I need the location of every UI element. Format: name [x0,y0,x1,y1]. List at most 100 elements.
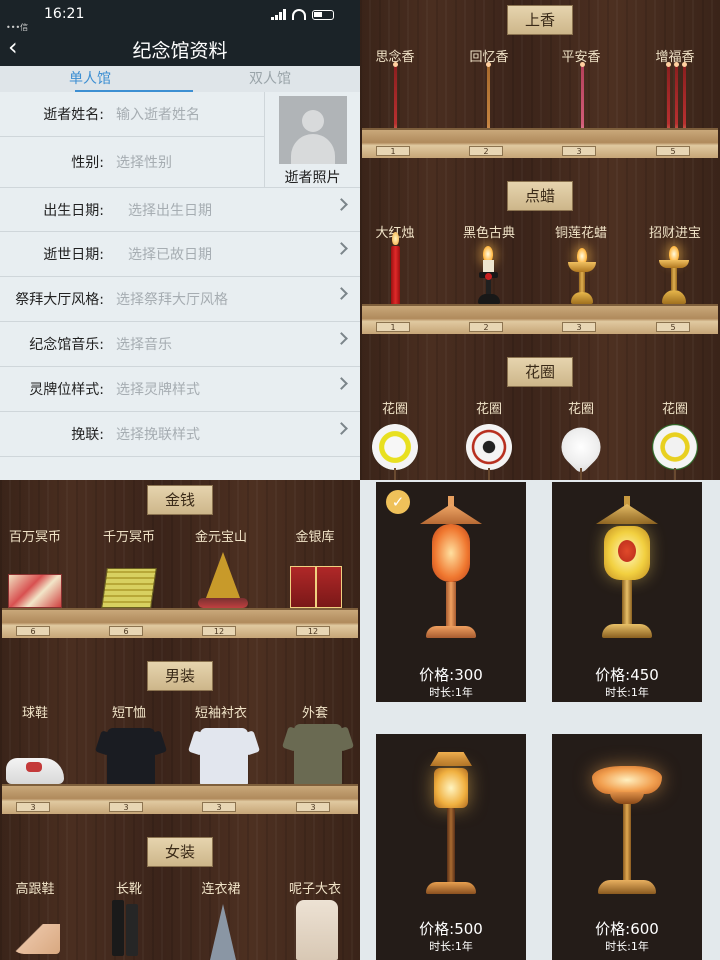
battery-icon [312,9,334,20]
item-label: 长靴 [115,882,142,897]
lamp-option-card[interactable]: 价格:450 时长:1年 [552,482,702,702]
sneaker-icon[interactable] [6,758,64,784]
duration-label: 时长:1年 [605,940,649,953]
quantity-tag: 2 [469,146,503,156]
section-sign-candles: 点蜡 [507,181,573,211]
item-label: 花圈 [381,402,408,417]
clear-lantern-icon [434,768,468,808]
joss-money-icon[interactable] [8,574,62,608]
item-label: 短T恤 [112,706,146,721]
red-candle-icon[interactable] [391,232,400,306]
lamp-option-card[interactable]: ✓ 价格:300 时长:1年 [376,482,526,702]
item-label: 连衣裙 [201,882,241,897]
high-heels-icon[interactable] [10,924,60,954]
quantity-tag: 5 [656,322,690,332]
pagoda-lamp-icon [432,524,470,582]
joss-money-stack-icon[interactable] [101,568,157,608]
deceased-name-field[interactable]: 逝者姓名: 输入逝者姓名 [0,92,264,137]
lamp-stem [447,808,455,886]
treasury-box-icon[interactable] [290,566,316,608]
wreath-icon[interactable] [372,424,418,470]
heart-wreath-icon[interactable] [553,419,609,475]
nav-bar: ‹ 纪念馆资料 [0,32,360,66]
quantity-tag: 3 [202,802,236,812]
death-date-field[interactable]: 逝世日期: 选择已故日期 [0,232,360,277]
wreath-icon[interactable] [466,424,512,470]
lamp-roof-icon [430,752,472,766]
quantity-tag: 1 [376,322,410,332]
field-label: 灵牌位样式: [29,382,104,398]
lotus-lamp-icon [592,766,662,794]
short-sleeve-shirt-icon[interactable] [200,728,248,786]
mountain-base [198,598,248,608]
birth-date-field[interactable]: 出生日期: 选择出生日期 [0,187,360,232]
quantity-tag: 3 [562,146,596,156]
item-label: 呢子大衣 [288,882,341,897]
price-label: 价格:500 [419,920,483,938]
wreath-stand [488,468,490,480]
item-label: 花圈 [567,402,594,417]
lamp-stem [446,582,456,628]
quantity-tag: 3 [296,802,330,812]
deceased-photo-upload[interactable]: 逝者照片 [264,92,360,188]
wool-coat-icon[interactable] [296,900,338,960]
tab-single-hall[interactable]: 单人馆 [0,66,180,92]
avatar-placeholder-icon [278,96,347,164]
tshirt-icon[interactable] [107,728,155,786]
jacket-icon[interactable] [294,724,342,786]
quantity-tag: 3 [109,802,143,812]
quantity-tag: 3 [562,322,596,332]
music-field[interactable]: 纪念馆音乐: 选择音乐 [0,322,360,367]
tablet-style-field[interactable]: 灵牌位样式: 选择灵牌样式 [0,367,360,412]
quantity-tag: 5 [656,146,690,156]
field-placeholder: 选择出生日期 [128,202,212,219]
wreath-stand [674,468,676,480]
lamp-option-card[interactable]: 价格:500 时长:1年 [376,734,526,960]
status-bar: 16:21 •••信 [0,0,360,32]
chevron-right-icon [335,377,348,390]
wreath-icon[interactable] [652,424,698,470]
section-sign-incense: 上香 [507,5,573,35]
photo-label: 逝者照片 [284,170,341,186]
boots-icon[interactable] [112,900,124,956]
lamp-cup [610,792,644,804]
field-label: 逝世日期: [43,247,104,263]
item-label: 铜莲花蜡 [554,226,607,241]
offerings-panel-lower: 金钱 百万冥币 千万冥币 金元宝山 金银库 6 6 12 12 男装 球鞋 短T… [0,480,360,960]
treasury-box-icon[interactable] [316,566,342,608]
gender-field[interactable]: 性别: 选择性别 [0,137,264,188]
hall-style-field[interactable]: 祭拜大厅风格: 选择祭拜大厅风格 [0,277,360,322]
quantity-tag: 1 [376,146,410,156]
dress-icon[interactable] [210,904,236,960]
tab-double-hall[interactable]: 双人馆 [180,66,360,92]
quantity-tag: 3 [16,802,50,812]
chevron-right-icon [335,242,348,255]
duration-label: 时长:1年 [429,940,473,953]
field-placeholder: 选择灵牌样式 [116,382,200,398]
boots-icon [126,904,138,956]
field-placeholder: 选择音乐 [116,337,172,353]
field-placeholder: 选择祭拜大厅风格 [116,292,228,308]
chevron-right-icon [335,198,348,211]
duration-label: 时长:1年 [429,686,473,699]
item-label: 招财进宝 [648,226,701,241]
status-time: 16:21 [44,6,85,22]
item-label: 黑色古典 [462,226,515,241]
item-label: 短袖衬衣 [194,706,247,721]
item-label: 金银库 [295,530,335,545]
section-sign-wreaths: 花圈 [507,357,573,387]
status-icons [271,9,334,20]
shelf: 3 3 3 3 [2,784,358,814]
chevron-right-icon [335,422,348,435]
field-placeholder: 选择已故日期 [128,247,212,263]
item-label: 千万冥币 [102,530,155,545]
item-label: 金元宝山 [194,530,247,545]
elegy-couplet-field[interactable]: 挽联: 选择挽联样式 [0,412,360,457]
field-label: 出生日期: [43,202,104,219]
shelf: 1 2 3 5 [362,304,718,334]
wifi-icon [292,9,306,20]
wreath-stand [580,468,582,480]
hall-type-tabs: 单人馆 双人馆 [0,66,360,92]
price-label: 价格:600 [595,920,659,938]
lamp-option-card[interactable]: 价格:600 时长:1年 [552,734,702,960]
